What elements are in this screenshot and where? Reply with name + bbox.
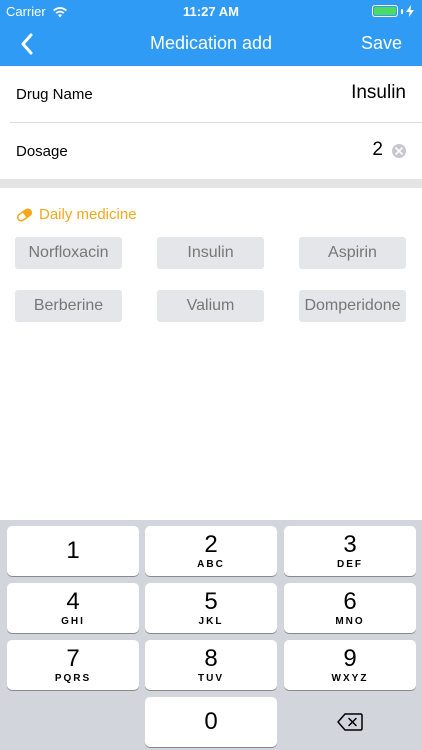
key-1[interactable]: 1 <box>7 526 139 576</box>
medicine-chip-aspirin[interactable]: Aspirin <box>299 237 406 269</box>
dosage-field[interactable]: 2 <box>372 139 383 161</box>
daily-medicine-title: Daily medicine <box>39 206 137 223</box>
key-digit: 6 <box>343 588 357 615</box>
key-letters: TUV <box>198 673 224 684</box>
key-digit: 0 <box>204 708 218 735</box>
key-9[interactable]: 9 WXYZ <box>284 640 416 690</box>
status-time: 11:27 AM <box>183 4 239 19</box>
medicine-chip-valium[interactable]: Valium <box>157 290 264 322</box>
medicine-chip-domperidone[interactable]: Domperidone <box>299 290 406 322</box>
key-digit: 1 <box>66 537 80 564</box>
key-letters: GHI <box>61 616 85 627</box>
key-7[interactable]: 7 PQRS <box>7 640 139 690</box>
nav-bar: Medication add Save <box>0 22 422 66</box>
page-title: Medication add <box>149 33 273 53</box>
battery-indicator <box>372 5 414 17</box>
key-letters: WXYZ <box>331 673 369 684</box>
key-4[interactable]: 4 GHI <box>7 583 139 633</box>
section-separator <box>0 179 422 188</box>
key-digit: 5 <box>204 588 218 615</box>
key-letters: ABC <box>197 559 225 570</box>
battery-tip <box>401 8 403 14</box>
key-0[interactable]: 0 <box>145 697 277 747</box>
clear-icon[interactable] <box>392 144 406 158</box>
drug-name-row[interactable]: Drug Name Insulin <box>0 66 422 123</box>
medicine-chip-berberine[interactable]: Berberine <box>15 290 122 322</box>
drug-name-label: Drug Name <box>16 86 93 103</box>
key-digit: 9 <box>343 645 357 672</box>
header: Carrier 11:27 AM Medication add Save <box>0 0 422 66</box>
charging-bolt-icon <box>406 5 414 17</box>
key-letters: JKL <box>198 616 224 627</box>
daily-medicine-header: Daily medicine <box>16 206 137 223</box>
backspace-key[interactable] <box>284 697 416 747</box>
pill-icon <box>16 207 33 222</box>
save-button[interactable]: Save <box>361 33 402 54</box>
key-letters: PQRS <box>54 673 92 684</box>
battery-icon <box>372 5 398 17</box>
key-digit: 3 <box>343 531 357 558</box>
dosage-label: Dosage <box>16 143 68 160</box>
key-3[interactable]: 3 DEF <box>284 526 416 576</box>
key-digit: 2 <box>204 531 218 558</box>
numeric-keypad: 1 2 ABC 3 DEF 4 GHI 5 JKL 6 MNO 7 PQRS 8… <box>0 520 422 750</box>
key-6[interactable]: 6 MNO <box>284 583 416 633</box>
drug-name-field[interactable]: Insulin <box>351 82 406 104</box>
key-digit: 8 <box>204 645 218 672</box>
medicine-chip-norfloxacin[interactable]: Norfloxacin <box>15 237 122 269</box>
medicine-chip-insulin[interactable]: Insulin <box>157 237 264 269</box>
dosage-row[interactable]: Dosage 2 <box>0 123 422 180</box>
backspace-icon <box>337 713 363 731</box>
key-2[interactable]: 2 ABC <box>145 526 277 576</box>
key-digit: 7 <box>66 645 80 672</box>
key-letters: MNO <box>335 616 365 627</box>
key-5[interactable]: 5 JKL <box>145 583 277 633</box>
key-8[interactable]: 8 TUV <box>145 640 277 690</box>
battery-fill <box>374 7 396 15</box>
key-digit: 4 <box>66 588 80 615</box>
close-icon <box>395 147 403 155</box>
key-letters: DEF <box>337 559 363 570</box>
status-bar: Carrier 11:27 AM <box>0 0 422 22</box>
